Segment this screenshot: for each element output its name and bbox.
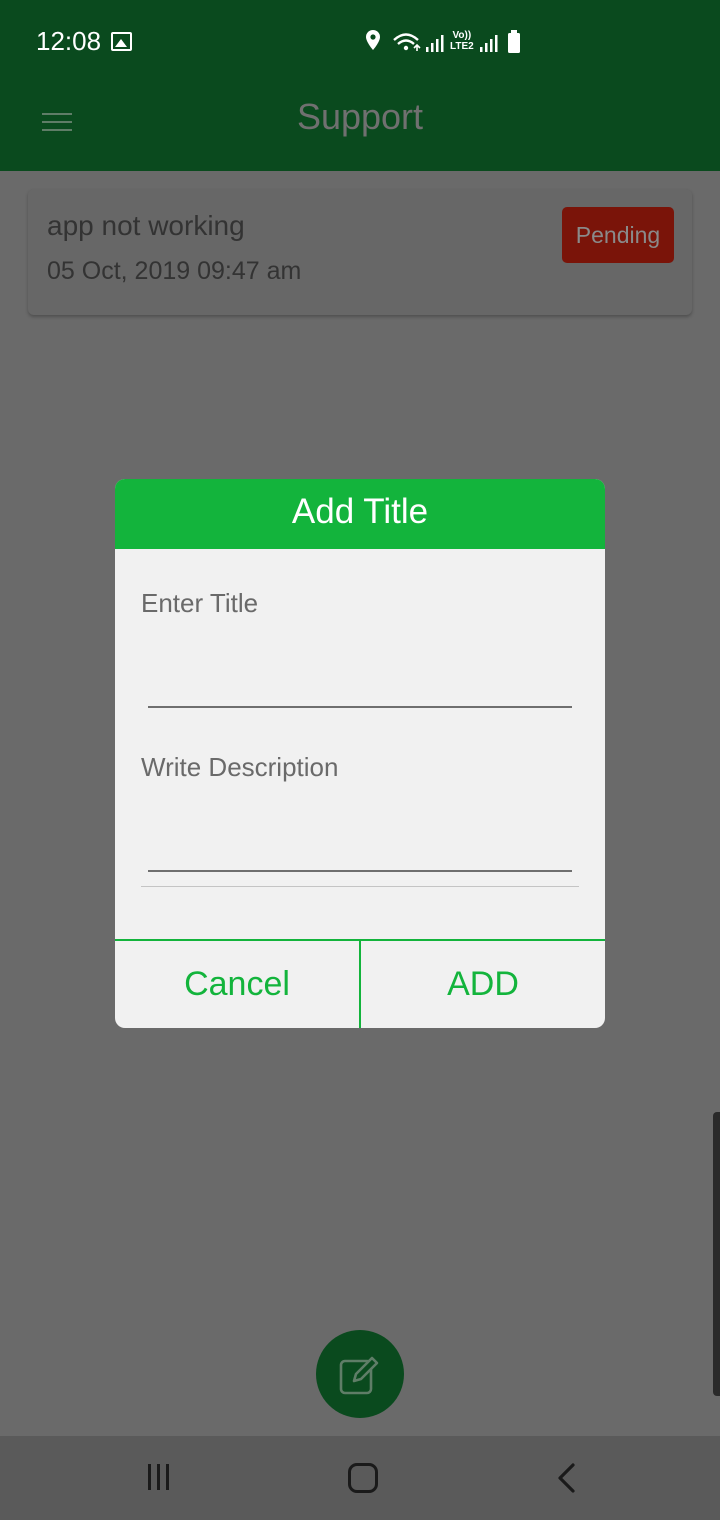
edit-icon bbox=[339, 1356, 379, 1395]
description-field-label: Write Description bbox=[141, 752, 339, 782]
ticket-card[interactable]: app not working 05 Oct, 2019 09:47 am Pe… bbox=[28, 189, 692, 315]
ticket-title: app not working bbox=[47, 210, 245, 241]
add-title-dialog: Add Title Enter Title Write Description … bbox=[115, 479, 605, 1028]
add-button[interactable]: ADD bbox=[361, 941, 605, 1028]
dialog-title: Add Title bbox=[291, 492, 429, 531]
status-bar: 12:08 Vo)) LTE2 bbox=[0, 0, 720, 86]
dialog-header: Add Title bbox=[115, 479, 605, 549]
home-icon[interactable] bbox=[348, 1463, 378, 1493]
system-navigation-bar bbox=[0, 1436, 720, 1520]
compose-ticket-button[interactable] bbox=[316, 1330, 404, 1418]
volte-label: Vo)) bbox=[452, 30, 472, 41]
recents-icon[interactable] bbox=[148, 1464, 176, 1490]
cancel-button[interactable]: Cancel bbox=[115, 941, 359, 1028]
title-input[interactable] bbox=[148, 664, 572, 708]
gallery-notification-icon bbox=[111, 32, 132, 51]
ticket-date: 05 Oct, 2019 09:47 am bbox=[47, 257, 302, 285]
divider bbox=[141, 886, 579, 887]
location-wifi-signal-icons bbox=[366, 30, 520, 53]
lte-label: LTE2 bbox=[450, 41, 474, 52]
page-title: Support bbox=[296, 96, 424, 137]
status-badge: Pending bbox=[562, 207, 674, 263]
status-icons: Vo)) LTE2 bbox=[362, 28, 527, 58]
title-field-label: Enter Title bbox=[141, 588, 259, 618]
volte-lte-indicator: Vo)) LTE2 bbox=[450, 30, 474, 52]
description-input[interactable] bbox=[148, 828, 572, 872]
scrollbar-handle[interactable] bbox=[713, 1112, 720, 1396]
back-icon[interactable] bbox=[553, 1462, 579, 1494]
status-time: 12:08 bbox=[36, 26, 102, 56]
